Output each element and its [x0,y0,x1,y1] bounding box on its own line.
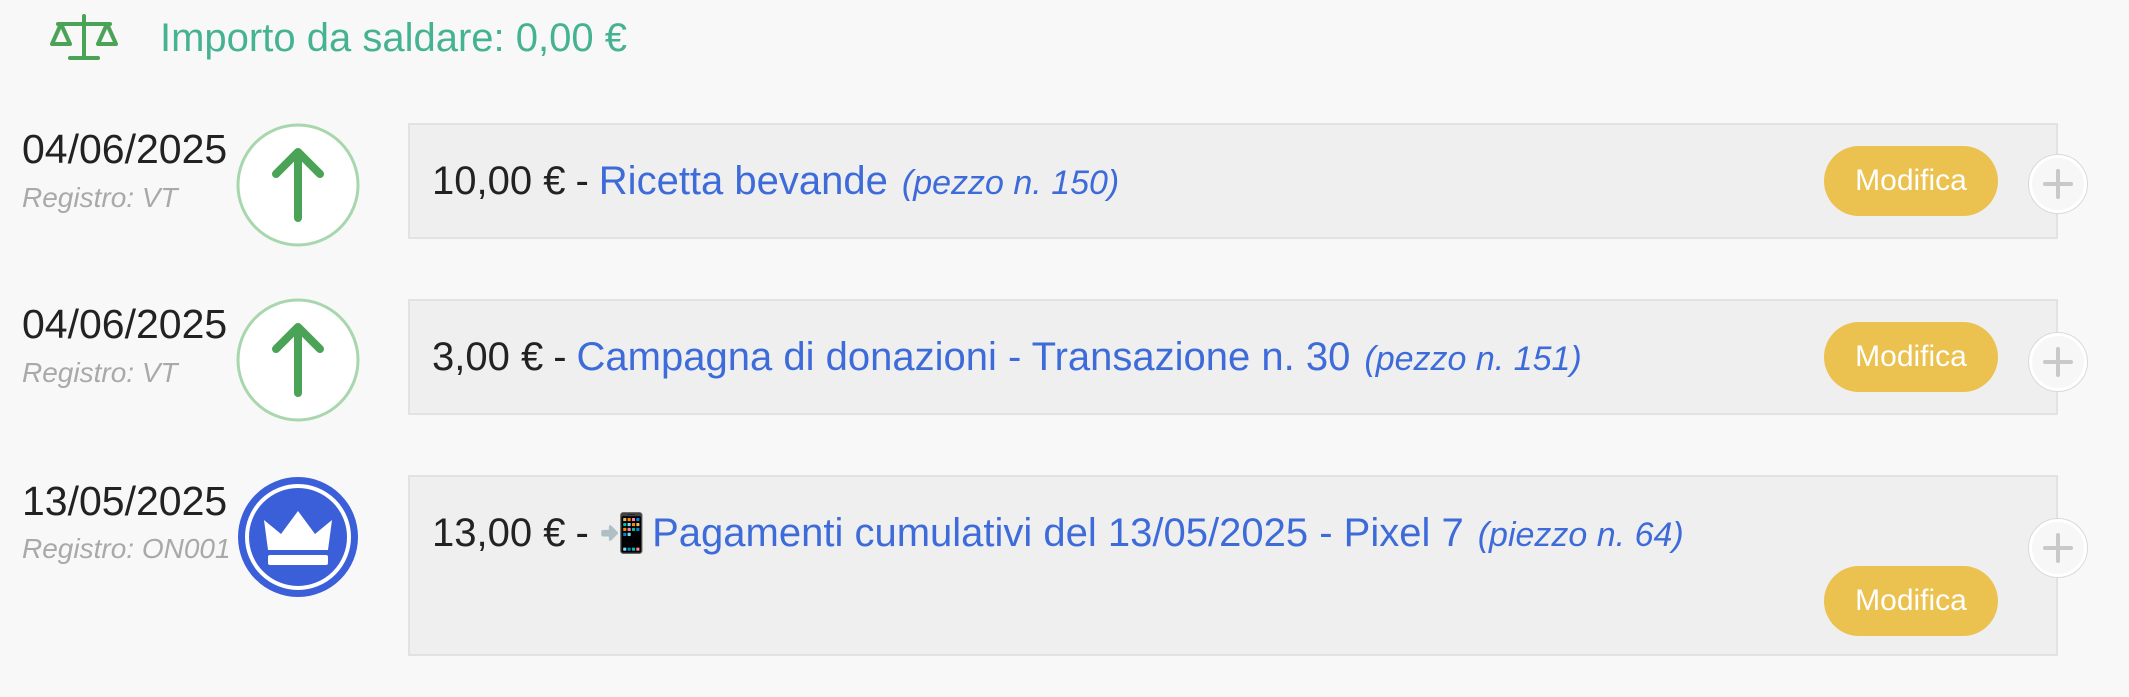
entry-register: Registro: VT [22,182,178,213]
crown-icon [238,477,358,597]
entry-separator: - [553,335,567,379]
plus-icon[interactable] [2029,333,2087,391]
phone-arrow-icon: 📲 [598,513,647,555]
scale-icon [50,14,118,60]
list-item: 13/05/2025 Registro: ON001 13,00 € - 📲 P… [0,473,2129,663]
entry-piece: (pezzo n. 150) [901,164,1120,202]
balance-label: Importo da saldare: 0,00 € [160,15,627,60]
list-item: 04/06/2025 Registro: VT 10,00 € - Ricett… [0,122,2129,252]
entry-line: 13,00 € - 📲 Pagamenti cumulativi del 13/… [432,511,1684,556]
arrow-up-icon [236,298,360,422]
entry-register: Registro: VT [22,357,178,388]
entry-amount: 3,00 € [432,335,544,379]
entry-description-link[interactable]: Ricetta bevande [599,159,888,204]
entry-amount: 13,00 € [432,511,566,555]
entry-separator: - [575,511,589,555]
entry-description-link[interactable]: Pagamenti cumulativi del 13/05/2025 - Pi… [652,511,1464,556]
entry-date: 04/06/2025 [22,301,228,347]
arrow-up-icon [236,123,360,247]
entry-separator: - [575,159,589,203]
balance-header: Importo da saldare: 0,00 € [48,10,627,66]
entry-amount: 10,00 € [432,159,566,203]
edit-button[interactable]: Modifica [1824,146,1998,216]
entry-piece: (piezzo n. 64) [1477,516,1684,554]
entry-card: 13,00 € - 📲 Pagamenti cumulativi del 13/… [408,475,2058,656]
entry-line: 10,00 € - Ricetta bevande (pezzo n. 150) [432,159,1119,204]
entry-date: 13/05/2025 [22,478,228,524]
list-item: 04/06/2025 Registro: VT 3,00 € - Campagn… [0,297,2129,427]
entry-description-link[interactable]: Campagna di donazioni - Transazione n. 3… [577,335,1351,380]
entry-card: 10,00 € - Ricetta bevande (pezzo n. 150)… [408,123,2058,239]
entry-card: 3,00 € - Campagna di donazioni - Transaz… [408,299,2058,415]
edit-button[interactable]: Modifica [1824,566,1998,636]
plus-icon[interactable] [2029,155,2087,213]
edit-button[interactable]: Modifica [1824,322,1998,392]
entry-piece: (pezzo n. 151) [1364,340,1582,378]
entry-line: 3,00 € - Campagna di donazioni - Transaz… [432,335,1582,380]
plus-icon[interactable] [2029,519,2087,577]
entry-register: Registro: ON001 [22,533,231,564]
entry-date: 04/06/2025 [22,126,228,172]
